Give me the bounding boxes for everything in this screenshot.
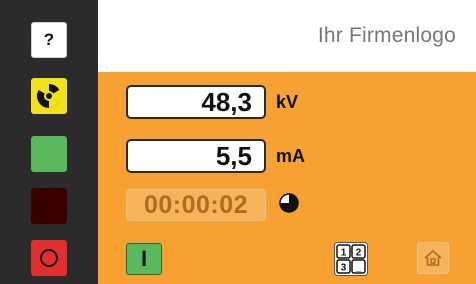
keypad-icon[interactable]: 1 2 3 _	[334, 242, 368, 276]
stop-icon	[40, 249, 58, 267]
radiation-icon	[36, 84, 62, 109]
clock-pie-icon	[279, 193, 299, 213]
help-button[interactable]: ?	[31, 22, 67, 58]
control-screen: ? Ihr Firmenlogo 48,3 kV 5,5 mA 00:00:02…	[0, 0, 476, 284]
kv-unit-label: kV	[276, 92, 299, 112]
status-dark-button[interactable]	[31, 188, 67, 224]
svg-text:2: 2	[356, 248, 362, 259]
stop-button[interactable]	[31, 240, 67, 276]
ma-unit-label: mA	[276, 146, 306, 166]
ma-input[interactable]: 5,5	[126, 139, 266, 173]
start-button[interactable]: I	[126, 243, 162, 275]
status-green-button[interactable]	[31, 136, 67, 172]
radiation-button[interactable]	[31, 78, 67, 114]
company-logo-text: Ihr Firmenlogo	[317, 24, 456, 47]
svg-text:_: _	[355, 263, 362, 274]
timer-display: 00:00:02	[126, 189, 266, 221]
home-icon	[424, 249, 442, 266]
svg-text:3: 3	[341, 263, 347, 274]
svg-text:1: 1	[341, 248, 347, 259]
header: Ihr Firmenlogo	[98, 0, 476, 72]
home-button[interactable]	[417, 242, 449, 274]
sidebar: ?	[0, 0, 98, 284]
kv-input[interactable]: 48,3	[126, 85, 266, 119]
control-panel: 48,3 kV 5,5 mA 00:00:02 I 1 2 3 _	[98, 72, 476, 284]
